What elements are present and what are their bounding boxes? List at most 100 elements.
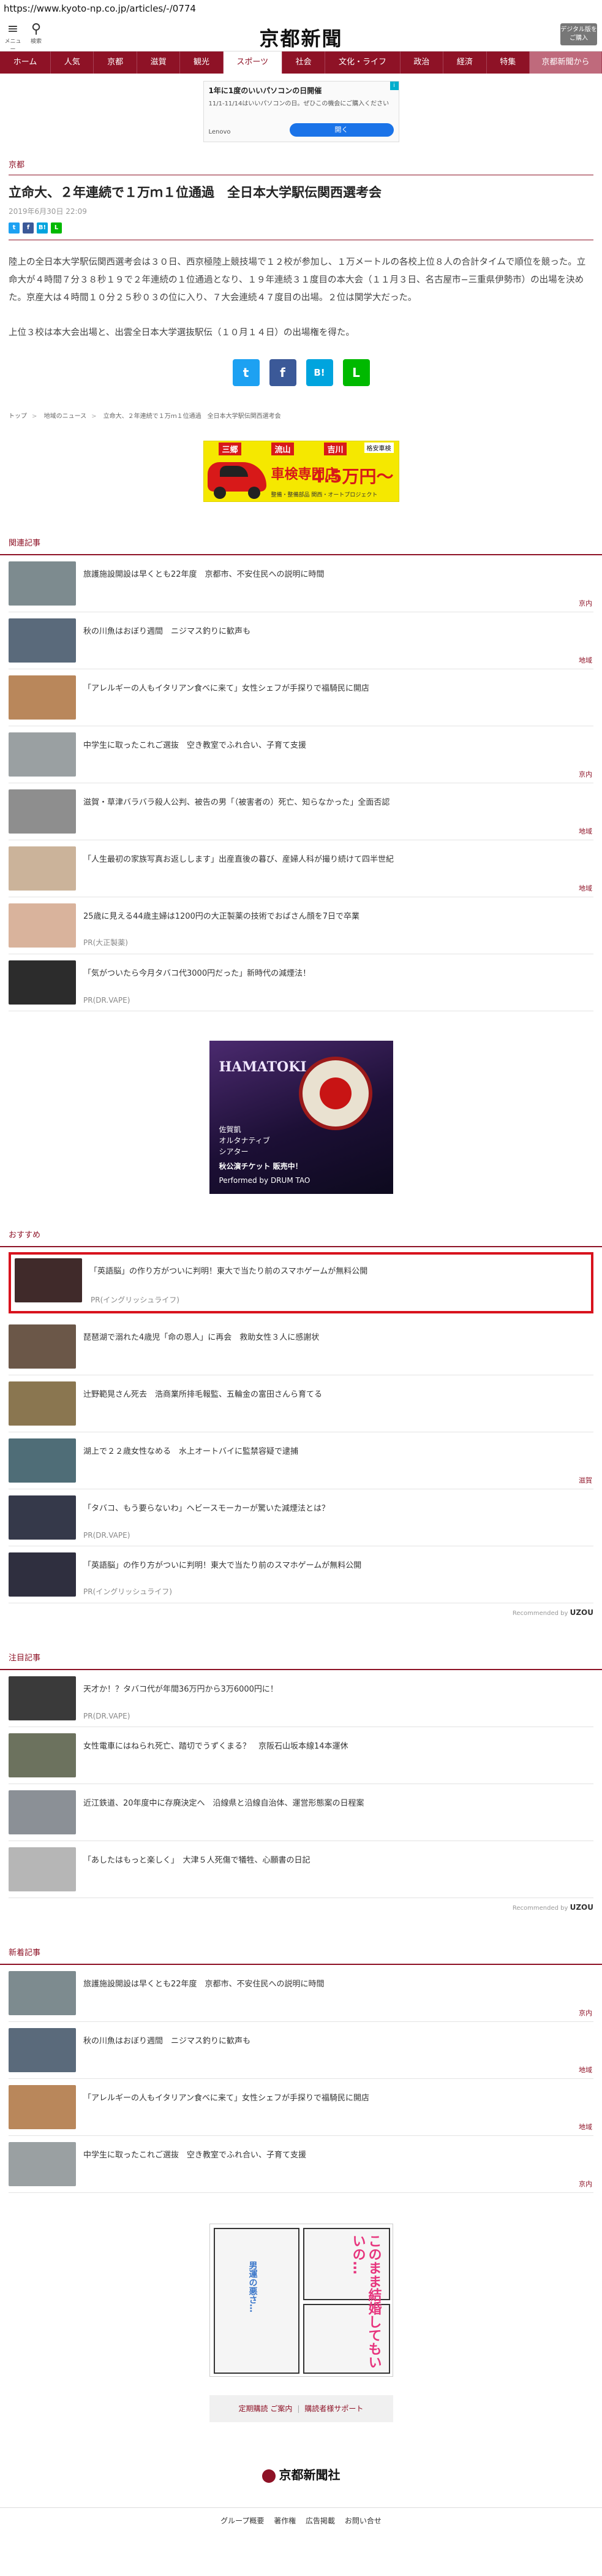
list-item[interactable]: 25歳に見える44歳主婦は1200円の大正製薬の技術でおばさん顔を7日で卒業 PR…	[9, 897, 593, 955]
breadcrumb-current: 立命大、２年連続で１万ｍ１位通過 全日本大学駅伝関西選考会	[103, 413, 281, 420]
search-button[interactable]: ⚲ 検索	[27, 22, 45, 45]
pr-label: PR(大正製薬)	[83, 938, 128, 948]
category-tag[interactable]: 京内	[579, 2179, 592, 2189]
breadcrumb: トップ > 地域のニュース > 立命大、２年連続で１万ｍ１位通過 全日本大学駅伝関西…	[9, 411, 593, 420]
article-thumbnail	[9, 2028, 76, 2073]
list-item[interactable]: 辻野範晃さん死去 浩商業所排毛報監、五輪金の富田さんら育てる	[9, 1375, 593, 1433]
ad-banner-shaken[interactable]: 三郷 流山 吉川 格安車検 車検専門店 4.5万円〜 整備・整備部品 関西・オー…	[203, 441, 399, 503]
subscribe-link[interactable]: 定期購読 ご案内	[239, 2404, 293, 2413]
nav-tourism[interactable]: 観光	[180, 51, 224, 74]
article-title: 中学生に取ったこれご選抜 空き教室でふれ合い、子育て支援	[83, 741, 307, 751]
article-title: 旅護施設開設は早くとも22年度 京都市、不安住民への説明に時間	[83, 1980, 325, 1989]
article-thumbnail	[9, 1790, 76, 1835]
category-tag[interactable]: 地域	[579, 655, 592, 665]
article-thumbnail	[9, 789, 76, 834]
nav-society[interactable]: 社会	[282, 51, 326, 74]
article-thumbnail	[9, 1733, 76, 1778]
address-bar[interactable]: https://www.kyoto-np.co.jp/articles/-/07…	[0, 0, 602, 17]
article-thumbnail	[9, 1552, 76, 1597]
recommended-by[interactable]: Recommended by UZOU	[9, 1608, 593, 1617]
hatena-share-button[interactable]: B!	[306, 359, 333, 387]
list-item[interactable]: 琵琶湖で溺れた4歳児「命の恩人」に再会 救助女性３人に感謝状	[9, 1318, 593, 1376]
breadcrumb-top[interactable]: トップ	[9, 413, 27, 420]
article-category[interactable]: 京都	[9, 158, 593, 175]
nav-from-kyoto[interactable]: 京都新聞から	[529, 51, 602, 74]
recommended-by[interactable]: Recommended by UZOU	[9, 1903, 593, 1912]
footer-link[interactable]: グループ概要	[220, 2517, 264, 2525]
category-tag[interactable]: 京内	[579, 598, 592, 608]
footer-logo[interactable]: 京都新聞社	[0, 2465, 602, 2483]
ad-headline: 1年に1度のいいパソコンの日開催	[208, 86, 322, 95]
nav-home[interactable]: ホーム	[0, 51, 51, 74]
nav-sports[interactable]: スポーツ	[223, 51, 282, 74]
footer-link[interactable]: 広告掲載	[306, 2517, 335, 2525]
ad-info-icon[interactable]: i	[389, 82, 399, 90]
nav-shiga[interactable]: 滋賀	[137, 51, 181, 74]
category-tag[interactable]: 地域	[579, 883, 592, 893]
list-item[interactable]: 湖上で２２歳女性なめる 水上オートバイに監禁容疑で逮捕滋賀	[9, 1432, 593, 1490]
line-icon[interactable]: L	[51, 222, 62, 234]
nav-popular[interactable]: 人気	[51, 51, 94, 74]
nav-culture[interactable]: 文化・ライフ	[325, 51, 401, 74]
ad-place: 三郷	[219, 443, 241, 456]
menu-button[interactable]: ≡ メニュー	[4, 22, 22, 53]
support-link[interactable]: 購読者様サポート	[304, 2404, 363, 2413]
footer-link[interactable]: 著作権	[274, 2517, 296, 2525]
nav-economy[interactable]: 経済	[443, 51, 487, 74]
twitter-icon[interactable]: t	[9, 222, 20, 234]
site-logo[interactable]: 京都新聞	[0, 23, 602, 51]
nav-kyoto[interactable]: 京都	[94, 51, 137, 74]
category-tag[interactable]: 地域	[579, 2065, 592, 2075]
facebook-share-button[interactable]: f	[269, 359, 296, 387]
ad-open-button[interactable]: 開く	[289, 123, 394, 137]
list-item[interactable]: 旅護施設開設は早くとも22年度 京都市、不安住民への説明に時間 京内	[9, 555, 593, 613]
category-tag[interactable]: 地域	[579, 2122, 592, 2132]
list-item[interactable]: 中学生に取ったこれご選抜 空き教室でふれ合い、子育て支援 京内	[9, 2136, 593, 2194]
digital-edition-button[interactable]: デジタル版をご購入	[560, 23, 597, 45]
category-tag[interactable]: 京内	[579, 769, 592, 779]
list-item[interactable]: 女性電車にはねられ死亡、踏切でうずくまる？ 京阪石山坂本線14本運休	[9, 1727, 593, 1785]
article-thumbnail	[9, 1847, 76, 1892]
article-title: 「気がついたら今月タバコ代3000円だった」新時代の減煙法！	[83, 969, 311, 979]
list-item[interactable]: 「あしたはもっと楽しく」 大津５人死傷で犠牲、心願書の日記	[9, 1841, 593, 1899]
article-thumbnail	[9, 2085, 76, 2130]
article-thumbnail	[9, 846, 76, 891]
list-item[interactable]: 「アレルギーの人もイタリアン食べに来て」女性シェフが手探りで福騎民に開店 地域	[9, 2079, 593, 2137]
list-item[interactable]: 旅護施設開設は早くとも22年度 京都市、不安住民への説明に時間京内	[9, 1965, 593, 2023]
ad-top-lenovo[interactable]: i 1年に1度のいいパソコンの日開催 11/1-11/14はいいパソコンの日。ぜ…	[203, 81, 399, 142]
ad-manga-headline: このまま結婚してもいいの…	[350, 2234, 382, 2369]
list-item[interactable]: 「気がついたら今月タバコ代3000円だった」新時代の減煙法！ PR(DR.VAPE…	[9, 954, 593, 1012]
drum-illustration	[298, 1057, 372, 1131]
recommend-highlight-item[interactable]: 「英語脳」の作り方がついに判明！東大で当たり前のスマホゲームが無料公開 PR(イ…	[9, 1252, 593, 1314]
facebook-icon[interactable]: f	[23, 222, 34, 234]
article-thumbnail	[9, 561, 76, 606]
list-item[interactable]: 「タバコ、もう要らないわ」ヘビースモーカーが驚いた減煙法とは？ PR(DR.VAP…	[9, 1489, 593, 1547]
article-title: 湖上で２２歳女性なめる 水上オートバイに監禁容疑で逮捕	[83, 1447, 299, 1457]
list-item[interactable]: 「アレルギーの人もイタリアン食べに来て」女性シェフが手探りで福騎民に開店	[9, 669, 593, 727]
list-item[interactable]: 天才か！？タバコ代が年間36万円から3万6000円に！ PR(DR.VAPE)	[9, 1670, 593, 1728]
latest-heading: 新着記事	[0, 1946, 602, 1966]
nav-features[interactable]: 特集	[487, 51, 530, 74]
list-item[interactable]: 秋の川魚はおぼり週間 ニジマス釣りに歓声も 地域	[9, 612, 593, 670]
breadcrumb-local[interactable]: 地域のニュース	[44, 413, 87, 420]
footer-link[interactable]: お問い合せ	[345, 2517, 382, 2525]
list-item[interactable]: 中学生に取ったこれご選抜 空き教室でふれ合い、子育て支援京内	[9, 726, 593, 784]
twitter-share-button[interactable]: t	[232, 359, 260, 387]
ad-drum-tao[interactable]: HAMATOKI 佐賀凱 オルタナティブ シアター 秋公演チケット 販売中！ P…	[209, 1041, 393, 1195]
list-item[interactable]: 「英語脳」の作り方がついに判明！東大で当たり前のスマホゲームが無料公開 PR(イン…	[9, 1546, 593, 1604]
ad-manga[interactable]: このまま結婚してもいいの… 男運の悪さ…	[209, 2224, 393, 2377]
uzou-logo: UZOU	[570, 1608, 593, 1617]
article-thumbnail	[9, 732, 76, 777]
list-item[interactable]: 「人生最初の家族写真お返しします」出産直後の暮び、産婦人科が撮り続けて四半世紀地…	[9, 840, 593, 898]
hatena-icon[interactable]: B!	[37, 222, 48, 234]
category-tag[interactable]: 滋賀	[579, 1475, 592, 1485]
category-tag[interactable]: 地域	[579, 826, 592, 836]
nav-politics[interactable]: 政治	[401, 51, 444, 74]
article-thumbnail	[9, 903, 76, 948]
list-item[interactable]: 秋の川魚はおぼり週間 ニジマス釣りに歓声も 地域	[9, 2022, 593, 2080]
category-tag[interactable]: 京内	[579, 2008, 592, 2018]
list-item[interactable]: 近江鉄道、20年度中に存廃決定へ 沿線県と沿線自治体、運営形態案の日程案	[9, 1784, 593, 1842]
line-share-button[interactable]: L	[342, 359, 370, 387]
list-item[interactable]: 滋賀・草津バラバラ殺人公判、被告の男「（被害者の）死亡、知らなかった」全面否認地…	[9, 783, 593, 841]
article-title: 「人生最初の家族写真お返しします」出産直後の暮び、産婦人科が撮り続けて四半世紀	[83, 855, 394, 865]
